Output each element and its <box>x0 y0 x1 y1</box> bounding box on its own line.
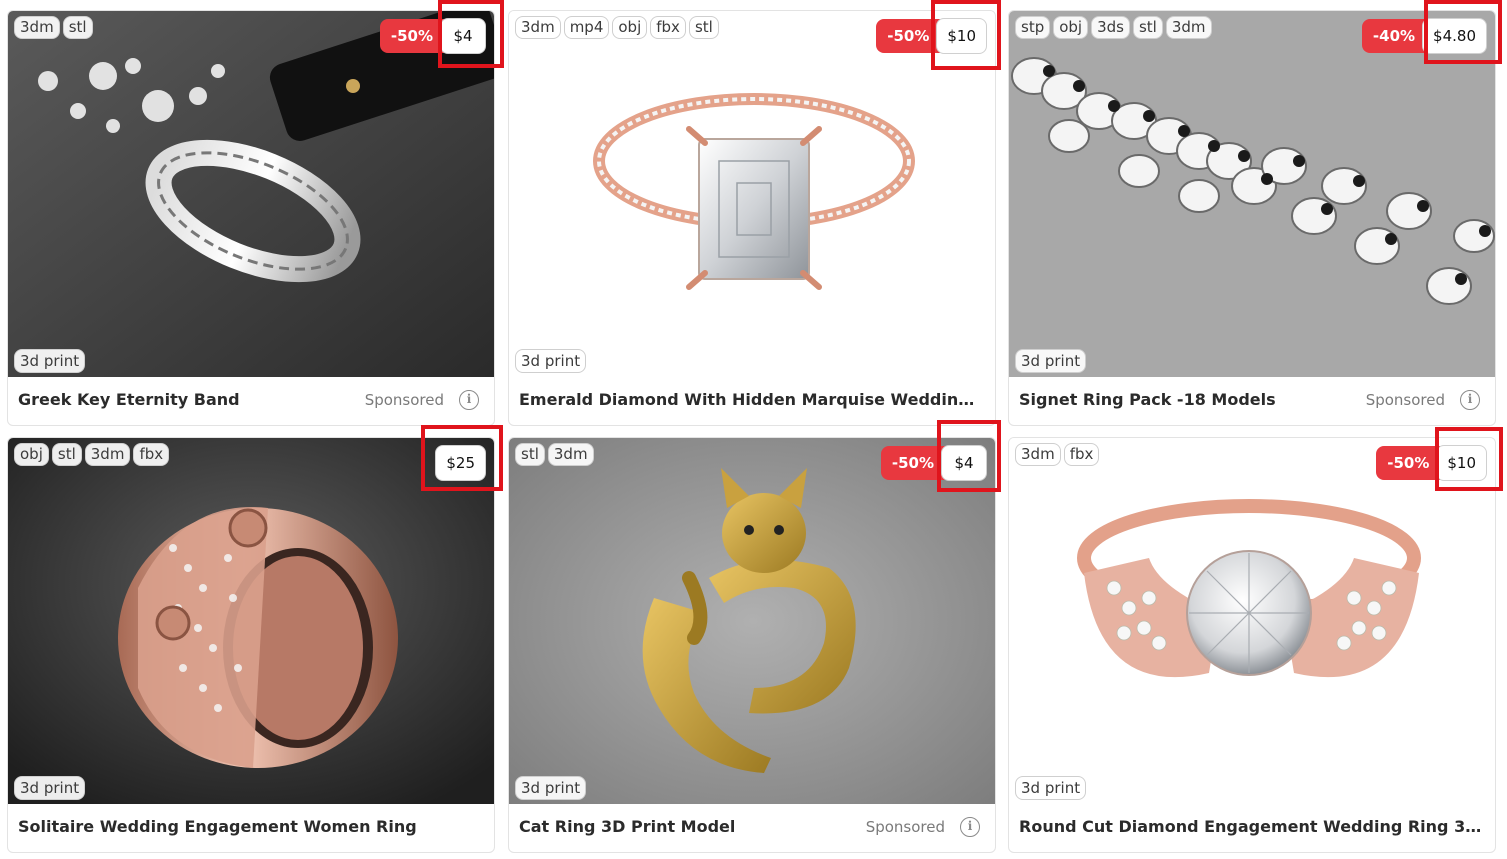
product-card[interactable]: stp obj 3ds stl 3dm -40% $4.80 3d print … <box>1008 10 1496 426</box>
price-box: -50% $4 <box>379 18 486 54</box>
format-tag: obj <box>1053 16 1089 39</box>
format-tag: 3dm <box>14 16 60 39</box>
discount-badge: -50% <box>379 19 444 53</box>
price-box: -50% $4 <box>880 445 987 481</box>
product-thumbnail[interactable] <box>509 438 995 804</box>
product-thumbnail[interactable] <box>509 11 995 377</box>
print-badge: 3d print <box>515 776 587 800</box>
card-footer: Cat Ring 3D Print Model Sponsored i <box>509 804 995 852</box>
format-tag: obj <box>14 443 49 466</box>
product-card[interactable]: 3dm mp4 obj fbx stl -50% $10 3d print Em… <box>508 10 996 426</box>
format-tag: stl <box>62 16 93 39</box>
price-box: -50% $10 <box>876 18 987 54</box>
product-thumbnail[interactable] <box>1009 438 1495 804</box>
product-title[interactable]: Emerald Diamond With Hidden Marquise Wed… <box>519 390 985 409</box>
product-title[interactable]: Greek Key Eternity Band <box>18 390 240 409</box>
product-grid: 3dm stl -50% $4 3d print Greek Key Etern… <box>0 0 1507 859</box>
sponsored-label: Sponsored <box>865 818 945 836</box>
product-card[interactable]: 3dm fbx -50% $10 3d print Round Cut Diam… <box>1008 437 1496 853</box>
format-tags: 3dm mp4 obj fbx stl <box>515 16 719 39</box>
format-tag: 3dm <box>1015 443 1061 466</box>
product-title[interactable]: Solitaire Wedding Engagement Women Ring <box>18 817 417 836</box>
sponsored-label: Sponsored <box>364 391 444 409</box>
format-tag: stl <box>515 443 545 466</box>
product-title[interactable]: Cat Ring 3D Print Model <box>519 817 735 836</box>
price-badge: $4 <box>941 445 987 481</box>
card-footer: Emerald Diamond With Hidden Marquise Wed… <box>509 377 995 425</box>
product-thumbnail[interactable] <box>1009 11 1495 377</box>
format-tag: stl <box>688 16 719 39</box>
format-tag: fbx <box>133 443 170 466</box>
price-badge: $4.80 <box>1422 18 1487 54</box>
format-tags: stp obj 3ds stl 3dm <box>1015 16 1212 39</box>
product-title[interactable]: Round Cut Diamond Engagement Wedding Rin… <box>1019 817 1485 836</box>
discount-badge: -40% <box>1361 19 1427 53</box>
format-tag: 3dm <box>515 16 561 39</box>
format-tag: fbx <box>1063 443 1100 466</box>
format-tag: 3dm <box>547 443 594 466</box>
price-badge: $10 <box>936 18 987 54</box>
print-badge: 3d print <box>1015 776 1087 800</box>
print-badge: 3d print <box>14 349 86 373</box>
discount-badge: -50% <box>1376 446 1441 480</box>
card-footer: Round Cut Diamond Engagement Wedding Rin… <box>1009 804 1495 852</box>
format-tag: obj <box>612 16 648 39</box>
format-tag: mp4 <box>563 16 610 39</box>
format-tags: 3dm fbx <box>1015 443 1100 466</box>
print-badge: 3d print <box>1015 349 1087 373</box>
sponsored-label: Sponsored <box>1365 391 1445 409</box>
format-tags: stl 3dm <box>515 443 594 466</box>
format-tag: 3dm <box>1165 16 1212 39</box>
format-tag: stl <box>51 443 82 466</box>
print-badge: 3d print <box>515 349 587 373</box>
info-icon[interactable]: i <box>1460 390 1480 410</box>
format-tag: stp <box>1015 16 1051 39</box>
card-footer: Greek Key Eternity Band Sponsored i <box>8 377 494 425</box>
product-card[interactable]: obj stl 3dm fbx $25 3d print Solitaire W… <box>7 437 495 853</box>
card-footer: Solitaire Wedding Engagement Women Ring <box>8 804 494 852</box>
discount-badge: -50% <box>880 446 945 480</box>
price-box: -40% $4.80 <box>1361 18 1487 54</box>
product-thumbnail[interactable] <box>8 438 494 804</box>
product-title[interactable]: Signet Ring Pack -18 Models <box>1019 390 1276 409</box>
price-badge: $10 <box>1436 445 1487 481</box>
info-icon[interactable]: i <box>459 390 479 410</box>
format-tags: 3dm stl <box>14 16 93 39</box>
format-tag: stl <box>1132 16 1163 39</box>
product-card[interactable]: 3dm stl -50% $4 3d print Greek Key Etern… <box>7 10 495 426</box>
format-tag: fbx <box>650 16 686 39</box>
price-box: -50% $10 <box>1376 445 1487 481</box>
price-box: $25 <box>435 445 486 481</box>
format-tag: 3ds <box>1091 16 1130 39</box>
product-card[interactable]: stl 3dm -50% $4 3d print Cat Ring 3D Pri… <box>508 437 996 853</box>
product-thumbnail[interactable] <box>8 11 494 377</box>
info-icon[interactable]: i <box>960 817 980 837</box>
card-footer: Signet Ring Pack -18 Models Sponsored i <box>1009 377 1495 425</box>
print-badge: 3d print <box>14 776 86 800</box>
format-tag: 3dm <box>84 443 131 466</box>
discount-badge: -50% <box>876 19 941 53</box>
price-badge: $4 <box>440 18 486 54</box>
price-badge: $25 <box>435 445 486 481</box>
format-tags: obj stl 3dm fbx <box>14 443 170 466</box>
